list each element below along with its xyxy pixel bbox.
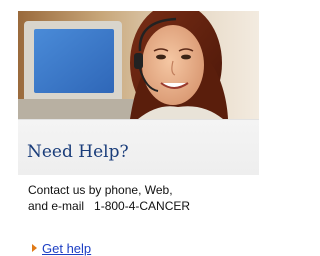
right-triangle-arrow-icon [32, 244, 37, 252]
get-help-link-row[interactable]: Get help [32, 240, 91, 256]
get-help-link[interactable]: Get help [42, 241, 91, 256]
title-band: Need Help? [18, 119, 259, 175]
contact-line-1: Contact us by phone, Web, [28, 183, 173, 197]
contact-description: Contact us by phone, Web, and e-mail 1-8… [28, 182, 256, 214]
help-widget: Need Help? Contact us by phone, Web, and… [18, 11, 259, 256]
contact-line-2: and e-mail 1-800-4-CANCER [28, 199, 191, 213]
panel-title: Need Help? [27, 142, 129, 162]
support-agent-photo [18, 11, 259, 119]
